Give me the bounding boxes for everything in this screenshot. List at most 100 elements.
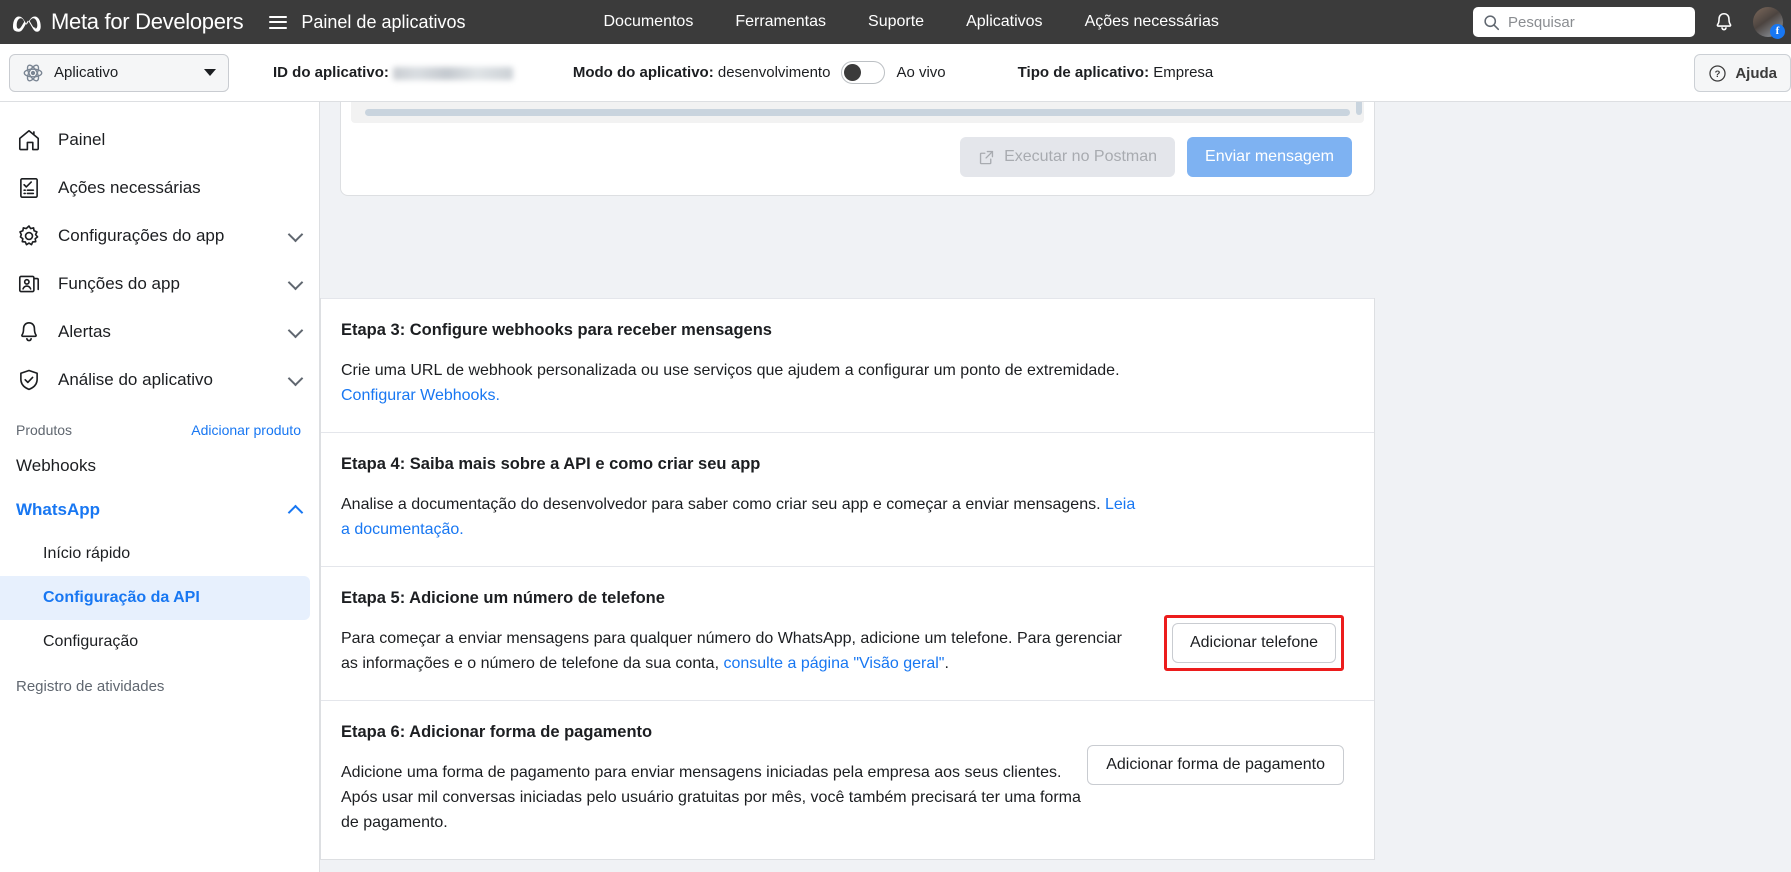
sidebar-label: Análise do aplicativo	[58, 370, 213, 389]
step-title: Etapa 5: Adicione um número de telefone	[341, 589, 665, 607]
step-body-text: Adicione uma forma de pagamento para env…	[341, 764, 1081, 831]
app-mode-label: Modo do aplicativo:	[572, 64, 714, 81]
hamburger-icon[interactable]	[269, 12, 288, 32]
app-dashboard-menu[interactable]: Painel de aplicativos	[269, 11, 466, 33]
run-in-postman-button[interactable]: Executar no Postman	[960, 137, 1176, 177]
app-selector-dropdown[interactable]: Aplicativo	[9, 53, 229, 92]
home-icon	[18, 129, 40, 151]
step-3: Etapa 3: Configure webhooks para receber…	[321, 298, 1374, 432]
shield-check-icon	[20, 369, 38, 391]
sidebar-item-alertas[interactable]: Alertas	[0, 308, 319, 356]
step-title: Etapa 4: Saiba mais sobre a API e como c…	[341, 455, 761, 473]
add-payment-method-button[interactable]: Adicionar forma de pagamento	[1087, 745, 1344, 785]
nav-link-suporte[interactable]: Suporte	[868, 13, 924, 31]
step-body: Analise a documentação do desenvolvedor …	[341, 492, 1141, 542]
step-body-text: Analise a documentação do desenvolvedor …	[341, 496, 1105, 513]
sidebar-label: Ações necessárias	[58, 178, 201, 197]
help-button-label: Ajuda	[1735, 64, 1777, 82]
sidebar-label: Alertas	[58, 322, 111, 341]
products-section-header: Produtos Adicionar produto	[0, 404, 319, 444]
sidebar-item-analise-do-aplicativo[interactable]: Análise do aplicativo	[0, 356, 319, 404]
notifications-bell-icon[interactable]	[1713, 11, 1735, 33]
api-code-card: 5 -d '{ \"messaging_product\": \"whatsap…	[340, 102, 1375, 196]
svg-text:?: ?	[1715, 69, 1721, 80]
add-payment-method-label: Adicionar forma de pagamento	[1106, 756, 1325, 773]
roles-card-icon	[18, 275, 40, 293]
bell-icon	[21, 321, 37, 342]
step-6: Etapa 6: Adicionar forma de pagamento Ad…	[321, 700, 1374, 859]
code-editor-area[interactable]: 5 -d '{ \"messaging_product\": \"whatsap…	[351, 102, 1364, 123]
sidebar-label: Webhooks	[16, 456, 97, 475]
help-button[interactable]: ? Ajuda	[1694, 54, 1791, 92]
add-product-link[interactable]: Adicionar produto	[191, 422, 301, 438]
sidebar-label: WhatsApp	[16, 500, 101, 519]
sidebar-label: Funções do app	[58, 274, 180, 293]
step-body-text: Crie uma URL de webhook personalizada ou…	[341, 362, 1120, 379]
toggle-knob	[844, 64, 862, 81]
live-label: Ao vivo	[896, 64, 946, 81]
sidebar-label: Configurações do app	[58, 226, 225, 245]
facebook-badge-icon: f	[1770, 24, 1785, 39]
sidebar-item-whatsapp[interactable]: WhatsApp	[0, 488, 319, 532]
step-link-configurar-webhooks[interactable]: Configurar Webhooks.	[341, 387, 500, 404]
sidebar-item-funcoes-do-app[interactable]: Funções do app	[0, 260, 319, 308]
chevron-down-icon	[287, 274, 304, 290]
user-avatar[interactable]: f	[1753, 7, 1785, 39]
nav-link-aplicativos[interactable]: Aplicativos	[966, 13, 1042, 31]
app-id-label: ID do aplicativo:	[273, 64, 389, 81]
question-circle-icon: ?	[1709, 64, 1726, 82]
step-body: Para começar a enviar mensagens para qua…	[341, 626, 1141, 676]
step-link-visao-geral[interactable]: consulte a página "Visão geral"	[723, 655, 944, 672]
clipboard-check-icon	[20, 177, 38, 199]
send-message-button[interactable]: Enviar mensagem	[1187, 137, 1352, 177]
dashboard-menu-label: Painel de aplicativos	[301, 11, 466, 32]
sidebar-item-registro-de-atividades[interactable]: Registro de atividades	[0, 664, 319, 708]
code-vertical-scrollbar[interactable]	[1356, 102, 1362, 115]
app-selector-label: Aplicativo	[54, 64, 119, 81]
chevron-down-icon	[287, 370, 304, 386]
sidebar-item-acoes-necessarias[interactable]: Ações necessárias	[0, 164, 319, 212]
top-nav-right-group: Pesquisar f	[1473, 7, 1791, 39]
nav-link-acoes-necessarias[interactable]: Ações necessárias	[1085, 13, 1219, 31]
app-context-bar: Aplicativo ID do aplicativo: Modo do apl…	[0, 44, 1791, 102]
add-phone-number-label: Adicionar telefone	[1189, 634, 1319, 651]
sidebar-label: Configuração da API	[43, 589, 200, 606]
send-message-label: Enviar mensagem	[1205, 148, 1334, 165]
sidebar-label: Registro de atividades	[16, 677, 165, 695]
app-type-value: Empresa	[1153, 64, 1214, 81]
page-body: Painel Ações necessárias Configurações d…	[0, 102, 1791, 872]
brand-logo-area[interactable]: Meta for Developers	[0, 9, 244, 35]
sidebar-item-inicio-rapido[interactable]: Início rápido	[0, 532, 319, 576]
products-label: Produtos	[16, 422, 73, 438]
top-navigation-bar: Meta for Developers Painel de aplicativo…	[0, 0, 1791, 44]
app-id-value-redacted	[392, 66, 513, 80]
search-box[interactable]: Pesquisar	[1473, 7, 1695, 37]
app-mode-value: desenvolvimento	[717, 64, 831, 81]
step-body-text-after: .	[944, 655, 949, 672]
sidebar-label: Painel	[58, 130, 106, 149]
meta-infinity-icon	[13, 16, 41, 32]
app-mode-toggle[interactable]	[841, 61, 886, 84]
brand-title: Meta for Developers	[51, 9, 244, 34]
sidebar-item-painel[interactable]: Painel	[0, 116, 319, 164]
step-4: Etapa 4: Saiba mais sobre a API e como c…	[321, 432, 1374, 566]
app-atom-icon	[23, 64, 43, 81]
nav-link-ferramentas[interactable]: Ferramentas	[735, 13, 826, 31]
app-type-info: Tipo de aplicativo: Empresa	[1018, 64, 1214, 81]
main-content: 5 -d '{ \"messaging_product\": \"whatsap…	[320, 102, 1791, 872]
sidebar-item-webhooks[interactable]: Webhooks	[0, 444, 319, 488]
sidebar-item-configuracao-da-api[interactable]: Configuração da API	[0, 576, 310, 620]
chevron-down-icon	[287, 322, 304, 338]
step-5: Etapa 5: Adicione um número de telefone …	[321, 566, 1374, 700]
add-phone-number-button[interactable]: Adicionar telefone	[1172, 623, 1336, 663]
code-horizontal-scrollbar[interactable]	[365, 109, 1350, 116]
search-placeholder: Pesquisar	[1508, 13, 1575, 31]
sidebar-label: Configuração	[43, 633, 139, 650]
sidebar-item-configuracao[interactable]: Configuração	[0, 620, 319, 664]
sidebar-item-configuracoes-do-app[interactable]: Configurações do app	[0, 212, 319, 260]
app-type-label: Tipo de aplicativo:	[1017, 64, 1150, 81]
nav-link-documentos[interactable]: Documentos	[604, 13, 694, 31]
add-phone-highlight-annotation: Adicionar telefone	[1164, 615, 1344, 671]
step-6-action-area: Adicionar forma de pagamento	[1087, 723, 1344, 785]
gear-icon	[19, 225, 39, 246]
